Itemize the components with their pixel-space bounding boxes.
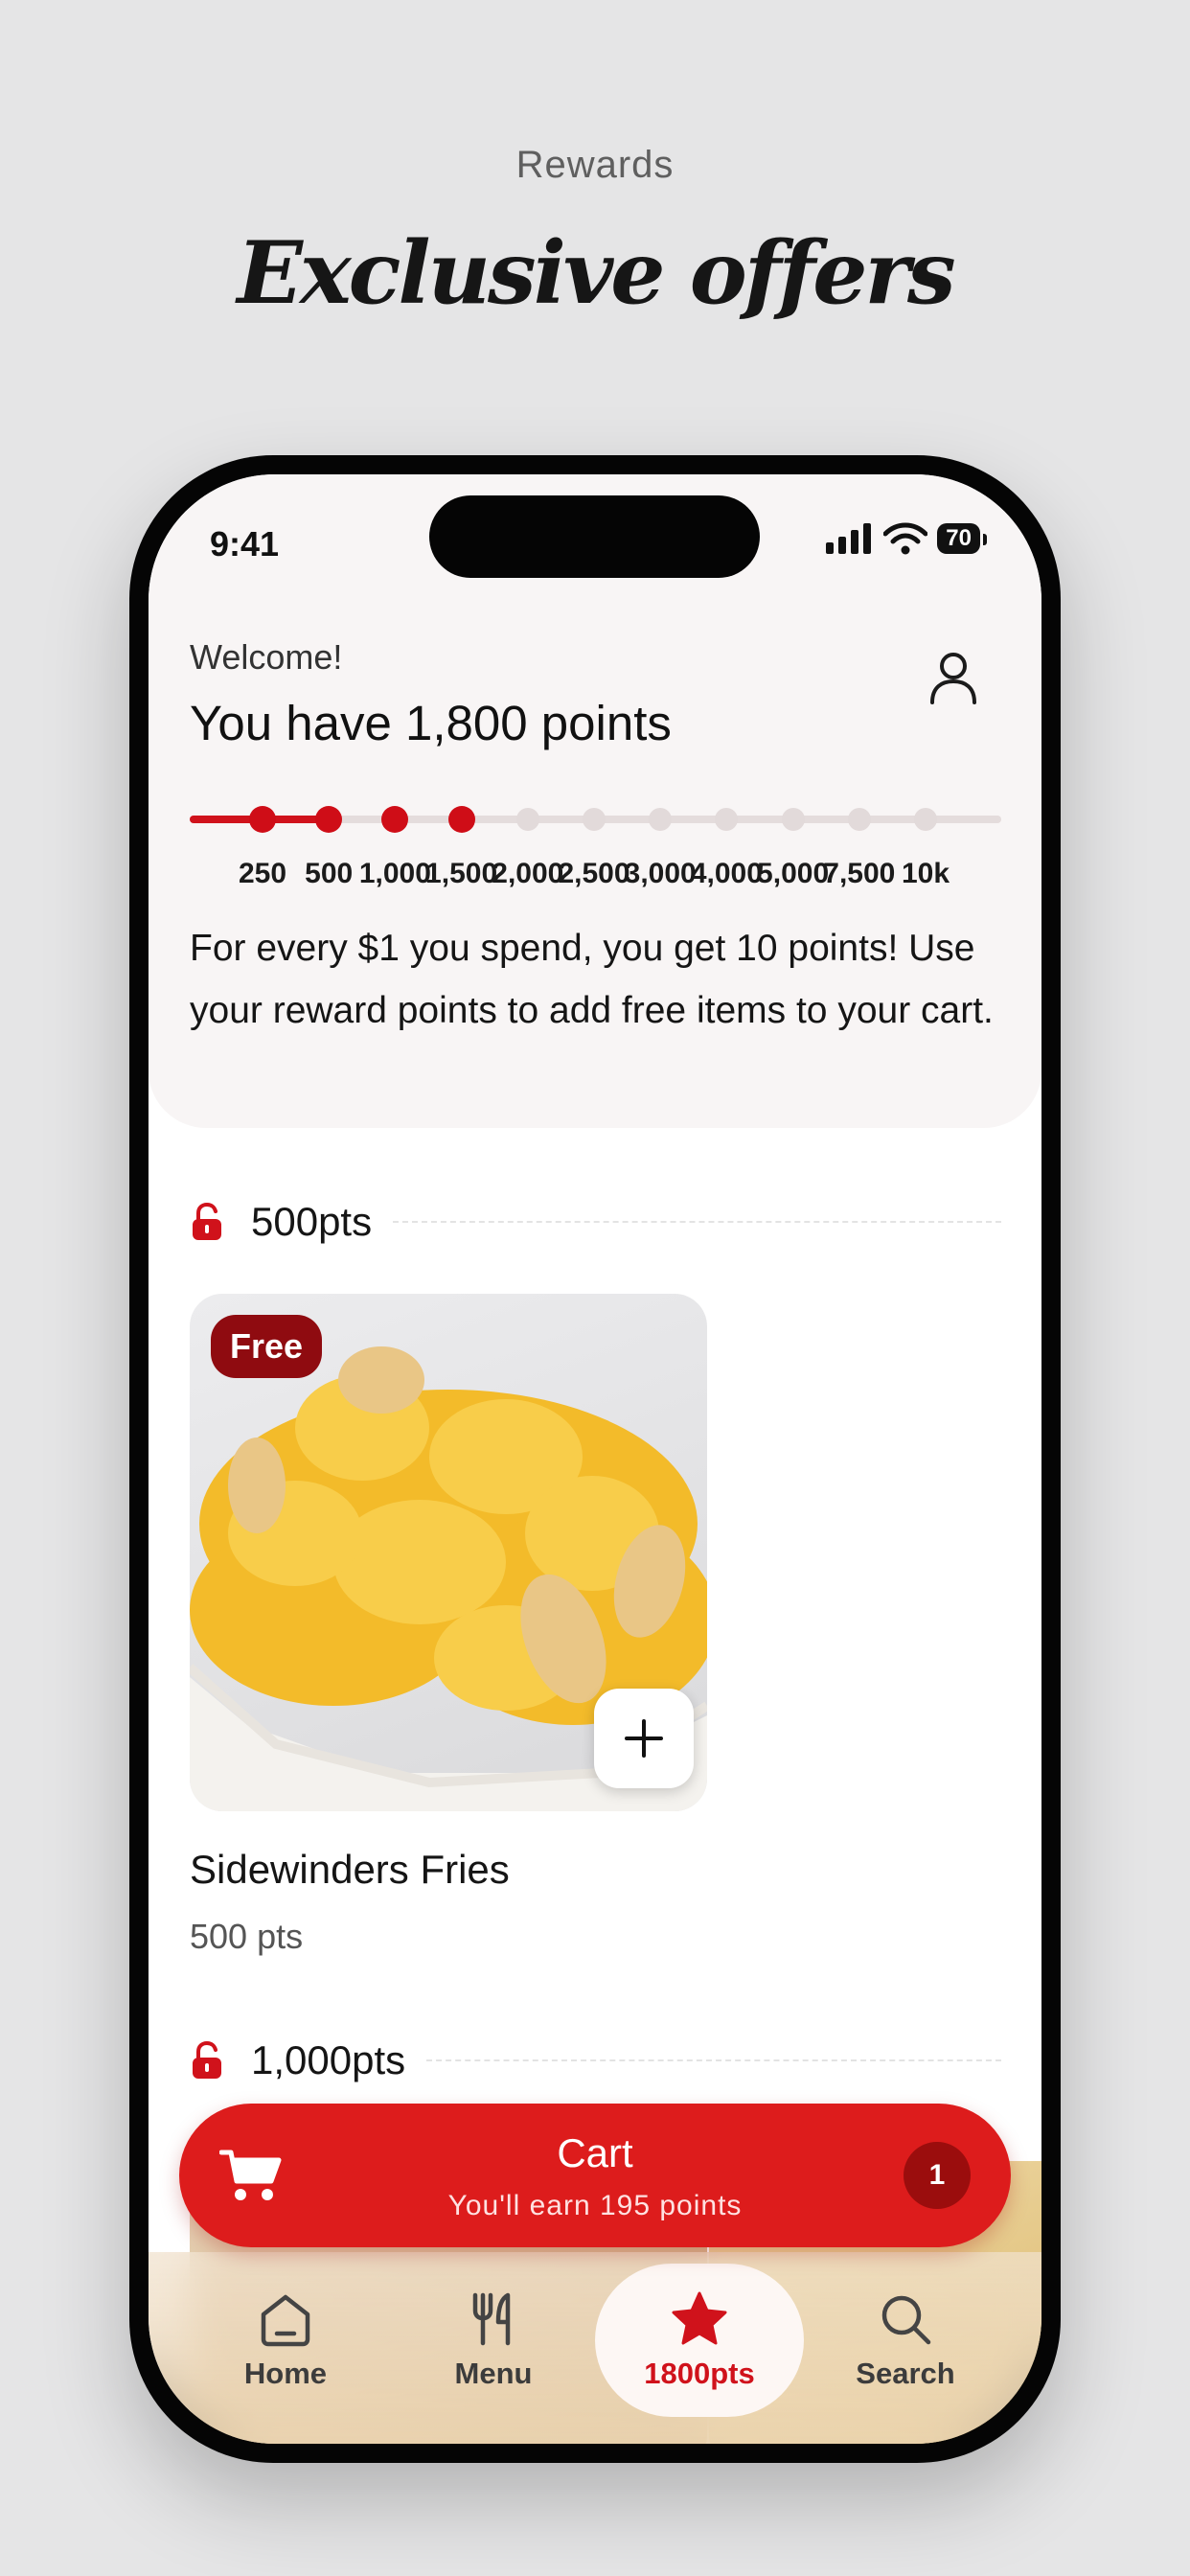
star-icon	[672, 2291, 727, 2345]
section-header-500: 500pts	[190, 1193, 1001, 1251]
rewards-description: For every $1 you spend, you get 10 point…	[190, 928, 994, 1031]
add-to-cart-button[interactable]	[594, 1689, 694, 1788]
progress-milestone-dot	[914, 808, 937, 831]
cart-title: Cart	[557, 2130, 633, 2175]
utensils-icon	[472, 2292, 511, 2346]
unlocked-lock-icon	[193, 2041, 221, 2079]
unlocked-lock-icon	[193, 1203, 221, 1240]
search-icon	[881, 2295, 931, 2345]
reward-item-card[interactable]: Free	[190, 1294, 707, 1811]
page-headline: Exclusive offers	[237, 222, 955, 324]
section-label: 1,000pts	[251, 2037, 406, 2082]
progress-milestone-label: 7,500	[823, 858, 896, 889]
progress-milestone-label: 250	[238, 858, 287, 889]
item-price: 500 pts	[190, 1917, 304, 1956]
profile-icon[interactable]	[923, 647, 984, 708]
wifi-icon	[883, 522, 928, 555]
page-eyebrow: Rewards	[515, 144, 675, 186]
tab-rewards[interactable]: 1800pts	[595, 2264, 804, 2417]
app-screen: Welcome! You have 1,800 points 250 500 1,0…	[149, 474, 1041, 2444]
progress-milestone-dot	[381, 806, 409, 833]
progress-milestone-label: 500	[305, 858, 354, 889]
tab-label: Home	[243, 2357, 328, 2390]
progress-milestone-label: 5,000	[757, 858, 830, 889]
progress-milestone-label: 4,000	[690, 858, 763, 889]
plus-icon	[625, 1719, 663, 1758]
home-icon	[261, 2294, 310, 2347]
dynamic-island	[429, 495, 760, 578]
section-divider	[426, 2059, 1001, 2061]
progress-milestone-dot	[847, 808, 871, 831]
status-time: 9:41	[210, 524, 280, 564]
progress-milestone-label: 2,000	[492, 858, 564, 889]
section-label: 500pts	[251, 1199, 373, 1244]
progress-milestone-dot	[515, 808, 539, 831]
cart-count-badge: 1	[904, 2142, 971, 2209]
progress-milestone-label: 1,500	[425, 858, 498, 889]
phone-frame: Welcome! You have 1,800 points 250 500 1,0…	[129, 455, 1061, 2463]
free-badge: Free	[211, 1315, 323, 1378]
points-title: You have 1,800 points	[190, 696, 672, 750]
tab-home[interactable]: Home	[190, 2264, 381, 2417]
points-progress	[190, 800, 1001, 839]
section-header-1000: 1,000pts	[190, 2032, 1001, 2089]
progress-milestone-dot	[583, 808, 606, 831]
tab-bar: Home Menu 1800pts Search	[149, 2252, 1041, 2444]
tab-menu[interactable]: Menu	[398, 2264, 589, 2417]
cellular-signal-icon	[826, 523, 872, 554]
progress-milestone-dot	[781, 808, 805, 831]
tab-search[interactable]: Search	[810, 2264, 1001, 2417]
progress-milestone-dot	[649, 808, 673, 831]
status-indicators: 70	[826, 522, 987, 555]
tab-label: Search	[856, 2357, 955, 2390]
progress-milestone-label: 1,000	[358, 858, 431, 889]
progress-milestone-label: 10k	[901, 858, 950, 889]
cart-button[interactable]: Cart You'll earn 195 points 1	[179, 2104, 1011, 2247]
item-name: Sidewinders Fries	[190, 1847, 510, 1892]
progress-milestone-dot	[447, 806, 475, 833]
progress-milestone-dot	[715, 808, 739, 831]
tab-label: Menu	[454, 2357, 533, 2390]
section-divider	[393, 1221, 1001, 1223]
progress-milestone-label: 2,500	[558, 858, 630, 889]
progress-milestone-label: 3,000	[624, 858, 697, 889]
cart-earn-text: You'll earn 195 points	[447, 2190, 743, 2221]
welcome-text: Welcome!	[190, 637, 343, 677]
progress-milestone-dot	[249, 806, 276, 833]
battery-indicator: 70	[937, 523, 987, 554]
tab-label: 1800pts	[644, 2357, 755, 2390]
progress-milestone-dot	[315, 806, 343, 833]
